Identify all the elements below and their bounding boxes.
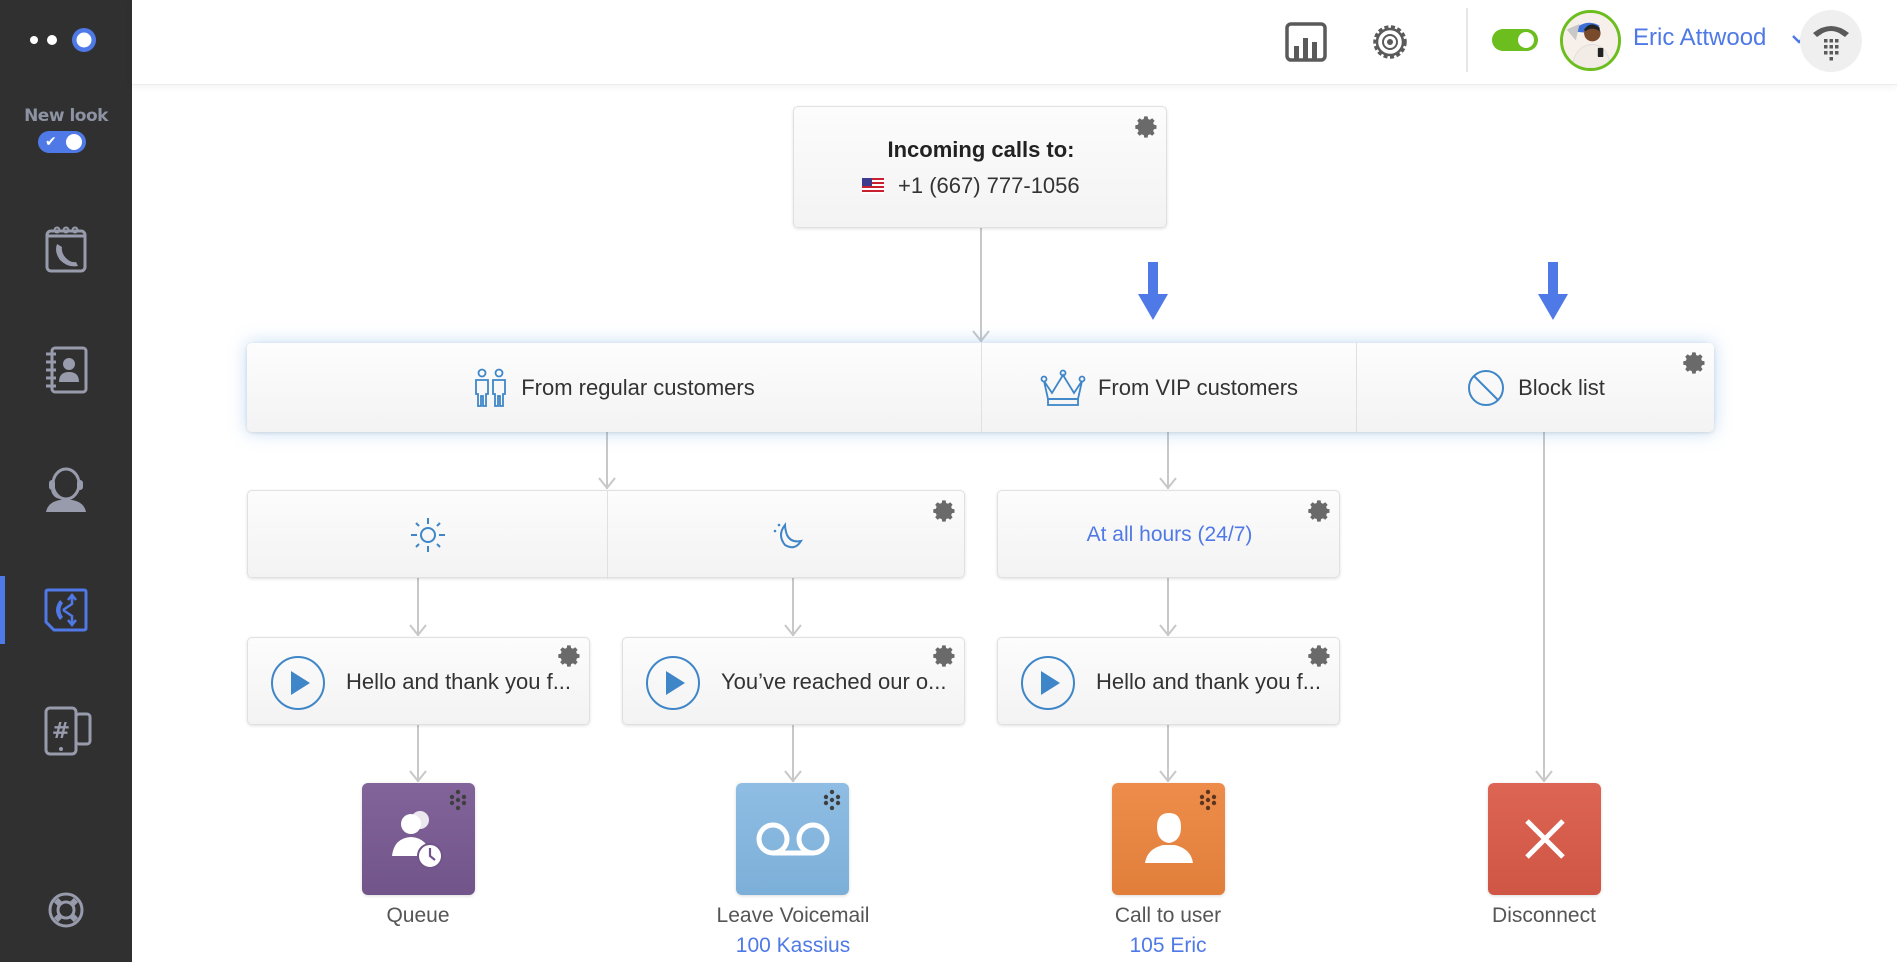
greeting-label: You’ve reached our o... xyxy=(721,669,947,694)
play-icon[interactable] xyxy=(645,655,701,711)
schedule-regular-node xyxy=(247,490,966,579)
gear-icon[interactable] xyxy=(557,644,581,668)
action-label: Disconnect xyxy=(1492,904,1596,927)
sidebar-item-call-history[interactable] xyxy=(0,210,132,290)
branch-label: From regular customers xyxy=(521,374,755,400)
moon-icon xyxy=(773,522,804,549)
svg-text:#: # xyxy=(52,719,70,744)
status-toggle[interactable] xyxy=(1492,29,1538,51)
arrowhead-icon xyxy=(1535,770,1553,782)
bar-chart-icon[interactable] xyxy=(1284,20,1328,64)
greeting-node[interactable]: Hello and thank you f... xyxy=(997,637,1340,725)
arrowhead-icon xyxy=(1159,624,1177,636)
incoming-number: +1 (667) 777-1056 xyxy=(898,173,1080,198)
schedule-business-hours[interactable] xyxy=(248,491,607,579)
us-flag-icon xyxy=(862,178,884,194)
sidebar-item-help[interactable] xyxy=(0,870,132,950)
branch-label: Block list xyxy=(1518,374,1605,400)
sidebar: New look ✔ # xyxy=(0,0,132,962)
calendar-phone-icon xyxy=(45,226,87,273)
lifebuoy-icon xyxy=(48,892,84,928)
dialpad-keys-icon[interactable] xyxy=(821,789,843,811)
sun-icon xyxy=(410,518,445,552)
connector-line xyxy=(980,228,982,342)
operator-headset-icon xyxy=(46,467,86,512)
action-target-link[interactable]: 100 Kassius xyxy=(673,934,913,958)
dialpad-keys-icon[interactable] xyxy=(447,789,469,811)
people-icon xyxy=(475,368,507,407)
action-label: Queue xyxy=(386,904,450,927)
gear-icon[interactable] xyxy=(1682,351,1706,375)
play-icon[interactable] xyxy=(270,655,326,711)
app-logo[interactable] xyxy=(30,26,102,54)
gear-icon[interactable] xyxy=(1307,644,1331,668)
avatar-illustration xyxy=(1563,13,1618,68)
header-divider xyxy=(1466,8,1468,72)
caller-branches: From regular customers From VIP customer… xyxy=(247,343,1714,432)
greeting-node[interactable]: Hello and thank you f... xyxy=(247,637,590,725)
address-book-icon xyxy=(46,346,88,394)
greeting-label: Hello and thank you f... xyxy=(346,669,572,694)
greeting-node[interactable]: You’ve reached our o... xyxy=(622,637,965,725)
phone-numbers-icon: # xyxy=(44,706,92,756)
branch-block-list[interactable]: Block list xyxy=(1357,343,1714,432)
call-routing-icon xyxy=(44,588,88,632)
incoming-calls-node[interactable]: Incoming calls to: +1 (667) 777-1056 xyxy=(793,106,1167,228)
greeting-label: Hello and thank you f... xyxy=(1096,669,1322,694)
arrowhead-icon xyxy=(1159,477,1177,489)
action-disconnect[interactable] xyxy=(1488,783,1601,895)
sidebar-item-contacts[interactable] xyxy=(0,330,132,410)
check-icon: ✔ xyxy=(45,134,57,150)
gear-icon[interactable] xyxy=(932,644,956,668)
branch-regular-customers[interactable]: From regular customers xyxy=(247,343,981,432)
arrowhead-icon xyxy=(409,770,427,782)
user-name[interactable]: Eric Attwood xyxy=(1633,24,1766,52)
play-icon[interactable] xyxy=(1020,655,1076,711)
new-look-toggle[interactable]: ✔ xyxy=(38,131,86,153)
arrowhead-icon xyxy=(784,770,802,782)
close-icon xyxy=(1524,819,1565,859)
arrowhead-icon xyxy=(409,624,427,636)
action-voicemail[interactable] xyxy=(736,783,849,895)
sidebar-item-call-routing[interactable] xyxy=(0,570,132,650)
sidebar-item-numbers[interactable]: # xyxy=(0,690,132,770)
gear-icon[interactable] xyxy=(1368,20,1412,64)
action-call-to-user[interactable] xyxy=(1112,783,1225,895)
voicemail-icon xyxy=(756,822,829,856)
connector-line xyxy=(1543,432,1545,782)
action-queue[interactable] xyxy=(362,783,475,895)
dialpad-keys-icon[interactable] xyxy=(1197,789,1219,811)
arrowhead-icon xyxy=(598,477,616,489)
down-arrow-indicator-icon xyxy=(1538,262,1568,320)
toggle-knob xyxy=(66,134,82,150)
new-look-label: New look xyxy=(24,106,108,126)
gear-icon[interactable] xyxy=(1307,499,1331,523)
schedule-after-hours[interactable] xyxy=(608,491,966,579)
toggle-knob xyxy=(1518,32,1534,48)
user-icon xyxy=(1144,813,1193,863)
schedule-vip-node[interactable]: At all hours (24/7) xyxy=(997,490,1340,578)
dialpad-phone-icon xyxy=(1813,26,1849,61)
incoming-title: Incoming calls to: xyxy=(887,137,1075,162)
schedule-vip-label: At all hours (24/7) xyxy=(1086,523,1253,546)
avatar[interactable] xyxy=(1560,10,1621,71)
sidebar-item-agents[interactable] xyxy=(0,450,132,530)
gear-icon[interactable] xyxy=(1134,115,1158,139)
crown-icon xyxy=(1040,369,1086,406)
down-arrow-indicator-icon xyxy=(1138,262,1168,320)
gear-icon[interactable] xyxy=(932,499,956,523)
action-target-link[interactable]: 105 Eric xyxy=(1048,934,1288,958)
block-icon xyxy=(1468,369,1505,406)
branch-label: From VIP customers xyxy=(1097,374,1299,400)
arrowhead-icon xyxy=(972,330,990,342)
action-label: Call to user xyxy=(1114,904,1222,927)
arrowhead-icon xyxy=(1159,770,1177,782)
action-label: Leave Voicemail xyxy=(716,904,870,927)
queue-icon xyxy=(391,811,443,869)
branch-vip-customers[interactable]: From VIP customers xyxy=(982,343,1356,432)
arrowhead-icon xyxy=(784,624,802,636)
dialpad-button[interactable] xyxy=(1800,10,1862,72)
